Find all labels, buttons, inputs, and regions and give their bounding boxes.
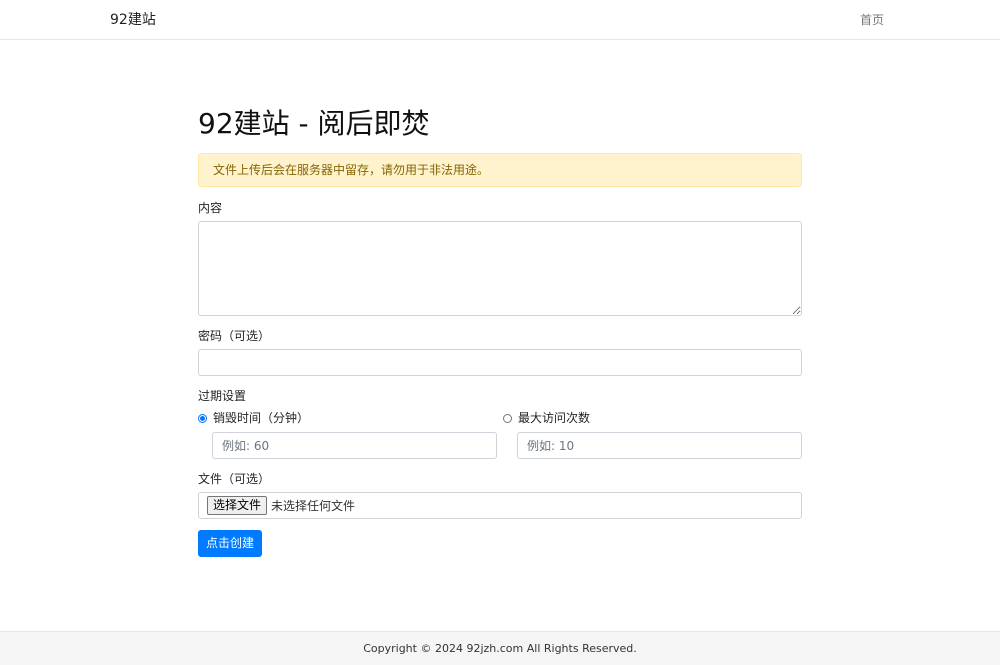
choose-file-button[interactable]: 选择文件 <box>207 496 268 515</box>
warning-alert: 文件上传后会在服务器中留存，请勿用于非法用途。 <box>198 153 802 187</box>
password-label: 密码（可选） <box>198 329 271 343</box>
create-button[interactable]: 点击创建 <box>198 530 262 557</box>
expiry-option-visits[interactable]: 最大访问次数 <box>503 410 590 426</box>
visits-radio[interactable] <box>503 413 512 423</box>
minutes-input[interactable] <box>212 432 497 459</box>
nav-home-link[interactable]: 首页 <box>860 11 884 29</box>
visits-radio-label: 最大访问次数 <box>518 411 591 425</box>
footer: Copyright © 2024 92jzh.com All Rights Re… <box>0 631 1000 665</box>
file-input[interactable]: 选择文件 未选择任何文件 <box>198 492 802 519</box>
brand-link[interactable]: 92建站 <box>110 10 156 30</box>
content-label: 内容 <box>198 201 223 215</box>
minutes-radio[interactable] <box>198 413 207 423</box>
content-textarea[interactable] <box>198 221 802 316</box>
copyright-text: Copyright © 2024 92jzh.com All Rights Re… <box>363 642 637 655</box>
page-title: 92建站 - 阅后即焚 <box>198 107 430 140</box>
file-status-text: 未选择任何文件 <box>271 499 356 513</box>
file-label: 文件（可选） <box>198 472 271 486</box>
minutes-radio-label: 销毁时间（分钟） <box>213 411 310 425</box>
visits-input[interactable] <box>517 432 802 459</box>
top-navbar: 92建站 首页 <box>0 0 1000 40</box>
password-input[interactable] <box>198 349 802 376</box>
expiry-option-minutes[interactable]: 销毁时间（分钟） <box>198 410 309 426</box>
expiry-label: 过期设置 <box>198 389 247 403</box>
